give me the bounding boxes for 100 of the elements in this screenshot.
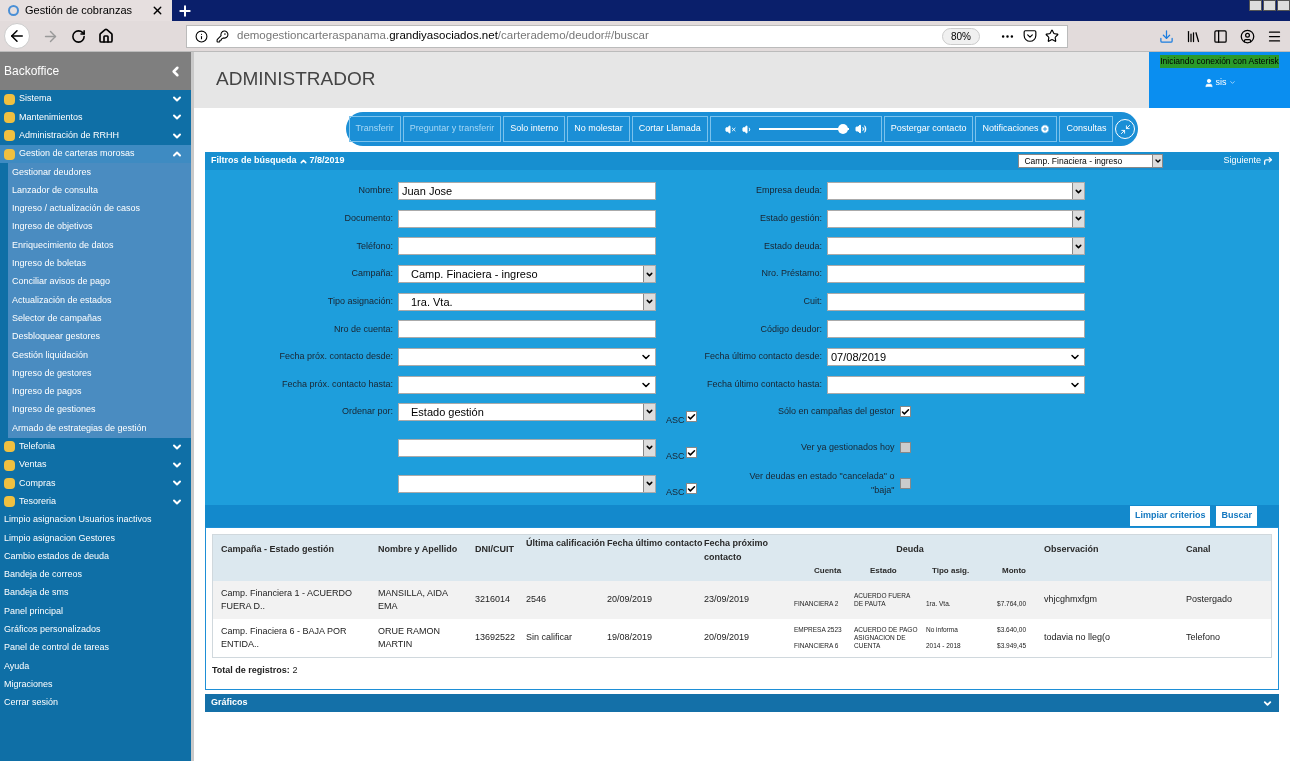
sidebar-link[interactable]: Cerrar sesión	[0, 693, 191, 713]
submenu-item[interactable]: Actualización de estados	[8, 291, 191, 310]
field-label: Campaña:	[350, 267, 393, 281]
call-button[interactable]: Cortar Llamada	[631, 116, 708, 142]
star-icon[interactable]	[1045, 29, 1059, 43]
checkbox[interactable]	[899, 406, 911, 418]
call-button[interactable]: Consultas	[1059, 116, 1114, 142]
submenu-item[interactable]: Ingreso de gestiones	[8, 401, 191, 420]
checkbox[interactable]	[685, 447, 697, 459]
sidebar-icon[interactable]	[1213, 28, 1228, 44]
user-menu[interactable]: sis	[1203, 75, 1236, 90]
browser-tab[interactable]: Gestión de cobranzas	[0, 0, 172, 21]
date-field[interactable]: 07/08/2019	[827, 348, 1085, 367]
charts-section-bar[interactable]: Gráficos	[205, 694, 1279, 712]
submenu-item[interactable]: Ingreso de gestores	[8, 364, 191, 383]
call-button[interactable]: No molestar	[567, 116, 630, 142]
volume-high-icon[interactable]	[854, 123, 867, 135]
submenu-item[interactable]: Ingreso de objetivos	[8, 218, 191, 237]
submenu-item[interactable]: Desbloquear gestores	[8, 327, 191, 347]
checkbox[interactable]	[685, 483, 697, 495]
call-button[interactable]: Postergar contacto	[883, 116, 974, 142]
select-field[interactable]	[827, 237, 1085, 256]
submenu-item[interactable]: Enriquecimiento de datos	[8, 236, 191, 255]
dropdown-icon	[643, 475, 655, 492]
menu-item-icon	[4, 148, 15, 160]
sidebar-link[interactable]: Limpio asignacion Gestores	[0, 529, 191, 548]
submenu-item[interactable]: Selector de campañas	[8, 309, 191, 328]
table-cell-text: ORUE RAMON MARTIN	[378, 624, 441, 651]
date-field[interactable]	[398, 375, 656, 394]
close-icon[interactable]	[151, 4, 164, 17]
select-field[interactable]: Estado gestión	[398, 402, 656, 421]
menu-icon[interactable]	[1267, 28, 1282, 44]
download-icon[interactable]	[1159, 28, 1174, 44]
select-field[interactable]	[398, 474, 656, 493]
filter-button[interactable]: Buscar	[1216, 506, 1257, 526]
text-field[interactable]	[827, 292, 1085, 311]
submenu-item[interactable]: Ingreso de boletas	[8, 254, 191, 273]
sidebar-group[interactable]: Mantenimientos	[0, 108, 191, 127]
back-button[interactable]	[4, 23, 30, 49]
select-field[interactable]	[827, 209, 1085, 228]
campaign-select[interactable]: Camp. Finaciera - ingreso	[1018, 154, 1164, 168]
column-header: Fecha próximo contacto	[704, 537, 769, 564]
sidebar-link[interactable]: Bandeja de sms	[0, 584, 191, 603]
sidebar-link[interactable]: Bandeja de correos	[0, 565, 191, 584]
zoom-badge[interactable]: 80%	[942, 27, 980, 45]
call-button[interactable]: Solo interno	[503, 116, 566, 142]
sidebar-link[interactable]: Cambio estados de deuda	[0, 547, 191, 566]
submenu-item[interactable]: Ingreso de pagos	[8, 382, 191, 402]
mute-icon[interactable]	[724, 123, 736, 135]
sidebar-group[interactable]: Gestion de carteras morosas	[0, 144, 191, 164]
sidebar-link[interactable]: Limpio asignacion Usuarios inactivos	[0, 510, 191, 530]
window-controls-icon[interactable]	[1249, 0, 1290, 11]
text-field[interactable]	[398, 237, 656, 256]
sidebar-group[interactable]: Compras	[0, 474, 191, 493]
submenu-item[interactable]: Armado de estrategias de gestión	[8, 419, 191, 438]
select-field[interactable]	[827, 182, 1085, 200]
call-button[interactable]: Notificaciones	[975, 116, 1058, 142]
submenu-item[interactable]: Lanzador de consulta	[8, 181, 191, 200]
text-field[interactable]	[827, 320, 1085, 339]
sidebar-link[interactable]: Panel principal	[0, 602, 191, 621]
sidebar-group[interactable]: Ventas	[0, 455, 191, 475]
column-header: Fecha último contacto	[607, 537, 704, 550]
new-tab-icon[interactable]	[177, 2, 193, 19]
text-field[interactable]	[398, 320, 656, 339]
sidebar-group[interactable]: Tesoreria	[0, 492, 191, 511]
text-field[interactable]	[398, 209, 656, 228]
submenu-item[interactable]: Gestionar deudores	[8, 163, 191, 182]
sidebar-group[interactable]: Sistema	[0, 90, 191, 109]
menu-item-icon	[4, 441, 15, 453]
submenu-item[interactable]: Gestión liquidación	[8, 346, 191, 365]
library-icon[interactable]	[1186, 28, 1201, 44]
checkbox[interactable]	[685, 411, 697, 423]
date-field[interactable]	[827, 375, 1085, 394]
text-field[interactable]: Juan Jose	[398, 182, 656, 200]
checkbox[interactable]	[899, 442, 911, 454]
field-label: Empresa deuda:	[754, 184, 822, 198]
submenu-item[interactable]: Conciliar avisos de pago	[8, 272, 191, 292]
menu-item-icon	[4, 496, 15, 508]
sidebar-link[interactable]: Panel de control de tareas	[0, 638, 191, 658]
select-field[interactable]	[398, 438, 656, 457]
text-field[interactable]	[827, 265, 1085, 284]
submenu-item[interactable]: Ingreso / actualización de casos	[8, 199, 191, 219]
address-bar[interactable]: demogestioncarteraspanama.grandiyasociados.net/carterademo/deudor#/buscar 80%	[186, 24, 1068, 48]
sidebar-group[interactable]: Administración de RRHH	[0, 126, 191, 145]
sidebar-link[interactable]: Migraciones	[0, 675, 191, 694]
checkbox[interactable]	[899, 478, 911, 490]
sidebar-link[interactable]: Ayuda	[0, 657, 191, 676]
filter-button[interactable]: Limpiar criterios	[1129, 506, 1211, 526]
select-field[interactable]: Camp. Finaciera - ingreso	[398, 265, 656, 284]
volume-low-icon[interactable]	[741, 123, 753, 135]
select-field[interactable]: 1ra. Vta.	[398, 292, 656, 311]
sidebar-link[interactable]: Gráficos personalizados	[0, 620, 191, 639]
account-icon[interactable]	[1240, 28, 1255, 44]
home-icon[interactable]	[98, 28, 114, 44]
column-header: Estado	[869, 564, 898, 577]
reload-icon[interactable]	[71, 28, 86, 44]
sidebar-group[interactable]: Telefonia	[0, 437, 191, 456]
pocket-icon[interactable]	[1023, 29, 1037, 43]
date-field[interactable]	[398, 348, 656, 367]
next-link[interactable]: Siguiente	[1223, 154, 1273, 168]
